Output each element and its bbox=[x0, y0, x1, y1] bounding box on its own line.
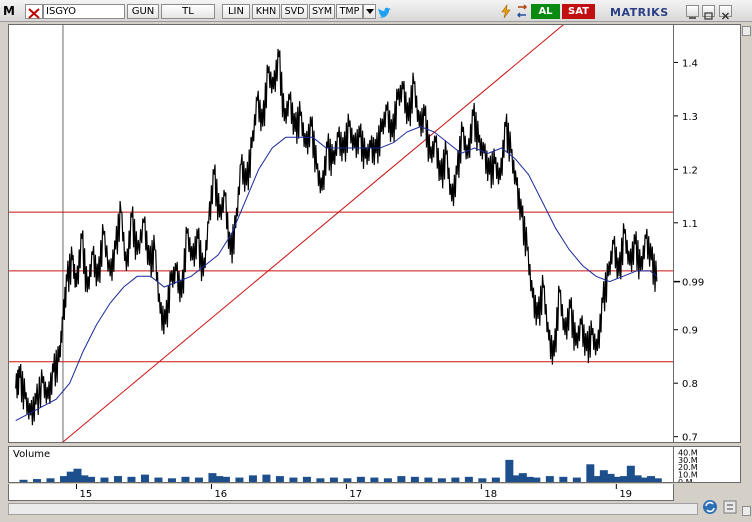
volume-bar-34 bbox=[437, 478, 446, 482]
template-button[interactable]: TMP bbox=[336, 4, 363, 19]
volume-bar-45 bbox=[559, 476, 568, 482]
volume-bar-35 bbox=[451, 477, 460, 482]
volume-bar-21 bbox=[262, 474, 271, 482]
sync-icon[interactable] bbox=[700, 497, 740, 517]
price-chart-svg[interactable] bbox=[9, 13, 673, 443]
volume-bar-44 bbox=[545, 476, 554, 482]
period-button[interactable]: GUN bbox=[127, 4, 159, 19]
toolbar: M ISGYO GUN TL LIN KHN SVD SYM TMP AL SA… bbox=[0, 0, 752, 22]
volume-bar-18 bbox=[221, 476, 230, 482]
volume-bar-7 bbox=[86, 476, 95, 482]
volume-bar-31 bbox=[397, 476, 406, 482]
volume-bar-0 bbox=[19, 479, 28, 482]
y-tick-label-2: 0.9 bbox=[682, 326, 698, 337]
volume-bar-29 bbox=[370, 477, 379, 482]
brand-logo: MATRIKS bbox=[610, 6, 669, 19]
x-tick-label-2: 17 bbox=[349, 489, 362, 500]
svd-button[interactable]: SVD bbox=[281, 4, 308, 19]
chevron-down-icon[interactable] bbox=[363, 4, 376, 19]
volume-bar-13 bbox=[167, 478, 176, 482]
price-chart[interactable] bbox=[8, 13, 674, 443]
volume-label: Volume bbox=[13, 449, 51, 460]
volume-bar-30 bbox=[383, 478, 392, 482]
volume-bar-12 bbox=[154, 477, 163, 482]
volume-bar-19 bbox=[235, 477, 244, 482]
volume-bar-9 bbox=[113, 476, 122, 482]
y-tick-label-7: 1.4 bbox=[682, 58, 698, 69]
y-tick-label-5: 1.2 bbox=[682, 165, 698, 176]
volume-bar-43 bbox=[532, 477, 541, 482]
volume-bar-46 bbox=[572, 477, 581, 482]
currency-button[interactable]: TL bbox=[161, 4, 215, 19]
chart-window: M ISGYO GUN TL LIN KHN SVD SYM TMP AL SA… bbox=[0, 0, 752, 522]
volume-bar-24 bbox=[302, 476, 311, 482]
volume-tick-label-4: 40.M bbox=[678, 448, 698, 457]
volume-bar-14 bbox=[181, 476, 190, 482]
x-tick-label-3: 18 bbox=[484, 489, 497, 500]
sell-button[interactable]: SAT bbox=[562, 4, 595, 19]
volume-panel[interactable] bbox=[8, 446, 674, 483]
lightning-icon[interactable] bbox=[499, 3, 513, 19]
y-tick-label-6: 1.3 bbox=[682, 112, 698, 123]
price-series-line bbox=[15, 48, 658, 426]
volume-bar-1 bbox=[32, 479, 41, 482]
y-tick-label-0: 0.7 bbox=[682, 433, 698, 442]
volume-bar-36 bbox=[464, 476, 473, 482]
scale-button[interactable]: LIN bbox=[222, 4, 250, 19]
time-axis: 15 16 17 18 19 bbox=[8, 484, 674, 501]
vertical-scrollbar[interactable] bbox=[741, 24, 752, 522]
volume-bar-2 bbox=[46, 478, 55, 482]
volume-bar-22 bbox=[275, 476, 284, 482]
y-tick-label-1: 0.8 bbox=[682, 379, 698, 390]
scroll-down-icon[interactable] bbox=[742, 506, 751, 516]
scroll-up-icon[interactable] bbox=[742, 26, 751, 36]
swap-icon[interactable] bbox=[515, 4, 529, 19]
volume-bar-10 bbox=[127, 476, 136, 482]
x-tick-label-4: 19 bbox=[619, 489, 632, 500]
maximize-icon[interactable] bbox=[702, 5, 715, 20]
volume-bar-38 bbox=[491, 477, 500, 482]
horizontal-scrollbar[interactable] bbox=[8, 503, 698, 515]
minimize-icon[interactable] bbox=[686, 5, 699, 19]
buy-button[interactable]: AL bbox=[531, 4, 560, 19]
price-axis: 0.7 0.8 0.9 0.99 1.1 1.2 1.3 1.4 bbox=[674, 24, 741, 444]
volume-bar-27 bbox=[343, 478, 352, 482]
volume-bar-25 bbox=[316, 478, 325, 482]
volume-axis: 0.M10.M20.M30.M40.M bbox=[674, 446, 741, 487]
x-tick-label-1: 16 bbox=[214, 489, 227, 500]
volume-bar-8 bbox=[100, 477, 109, 482]
volume-bar-26 bbox=[329, 477, 338, 482]
volume-bar-11 bbox=[140, 474, 149, 482]
volume-chart-svg bbox=[19, 459, 662, 482]
twitter-bird-icon[interactable] bbox=[377, 5, 392, 18]
app-logo: M bbox=[3, 4, 15, 18]
window-close-icon[interactable] bbox=[719, 5, 732, 20]
volume-bar-28 bbox=[356, 476, 365, 482]
sym-button[interactable]: SYM bbox=[309, 4, 335, 19]
volume-bar-23 bbox=[289, 477, 298, 482]
volume-bar-37 bbox=[478, 478, 487, 482]
y-tick-label-3: 0.99 bbox=[682, 278, 704, 289]
volume-bar-33 bbox=[424, 477, 433, 482]
volume-bar-20 bbox=[248, 475, 257, 482]
volume-bar-32 bbox=[410, 476, 419, 482]
khn-button[interactable]: KHN bbox=[252, 4, 280, 19]
close-x-icon[interactable] bbox=[25, 4, 43, 19]
volume-bar-15 bbox=[194, 477, 203, 482]
volume-bar-57 bbox=[653, 478, 662, 482]
x-tick-label-0: 15 bbox=[79, 489, 92, 500]
symbol-input[interactable]: ISGYO bbox=[43, 4, 125, 19]
y-tick-label-4: 1.1 bbox=[682, 219, 698, 230]
